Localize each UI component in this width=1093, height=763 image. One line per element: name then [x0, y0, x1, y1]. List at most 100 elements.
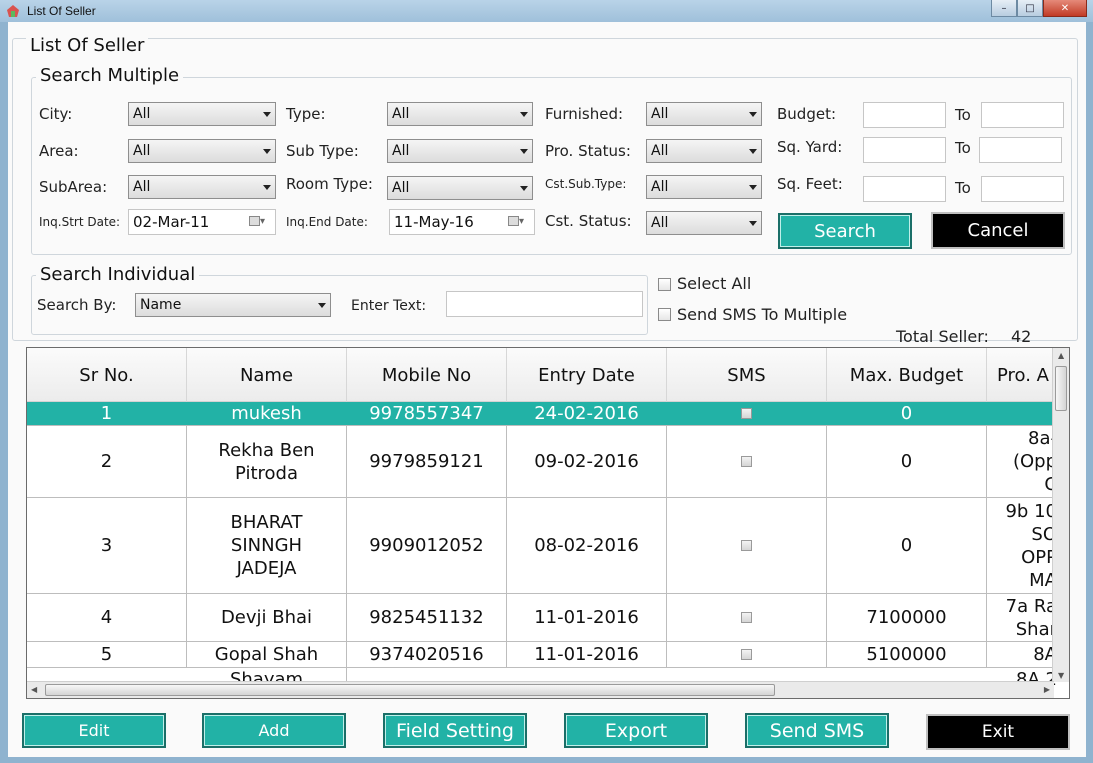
table-row[interactable]: 2 Rekha Ben Pitroda 9979859121 09-02-201… — [27, 426, 1057, 498]
enter-text-field[interactable] — [446, 291, 643, 317]
pro-status-label: Pro. Status: — [545, 142, 631, 160]
scroll-right-icon[interactable]: ▶ — [1044, 685, 1050, 694]
seller-grid[interactable]: Sr No. Name Mobile No Entry Date SMS Max… — [26, 347, 1070, 699]
cell-sr: 2 — [27, 426, 187, 497]
send-sms-multiple-checkbox[interactable] — [658, 308, 671, 321]
room-type-select[interactable]: All — [387, 176, 533, 200]
exit-button[interactable]: Exit — [926, 714, 1070, 750]
cell-date: 11-01-2016 — [507, 642, 667, 667]
type-label: Type: — [286, 105, 326, 123]
edit-button[interactable]: Edit — [22, 713, 166, 748]
export-button[interactable]: Export — [564, 713, 708, 748]
cell-sr: 3 — [27, 498, 187, 593]
sms-checkbox[interactable] — [741, 540, 752, 551]
window-frame: List Of Seller – □ ✕ List Of Seller Sear… — [0, 0, 1093, 763]
chevron-down-icon — [263, 149, 271, 154]
sub-type-value: All — [392, 143, 410, 159]
sq-yard-to-label: To — [955, 139, 971, 157]
cell-mobile: 9979859121 — [347, 426, 507, 497]
column-header-entry-date[interactable]: Entry Date — [507, 348, 667, 402]
scroll-down-icon[interactable]: ▼ — [1058, 671, 1064, 680]
column-header-mobile[interactable]: Mobile No — [347, 348, 507, 402]
calendar-icon[interactable]: ▾ — [249, 216, 271, 228]
table-row[interactable]: 4 Devji Bhai 9825451132 11-01-2016 71000… — [27, 594, 1057, 642]
search-by-value: Name — [140, 297, 182, 313]
search-by-select[interactable]: Name — [135, 293, 331, 317]
chevron-down-icon — [263, 112, 271, 117]
grid-header: Sr No. Name Mobile No Entry Date SMS Max… — [27, 348, 1057, 402]
maximize-button[interactable]: □ — [1017, 0, 1043, 17]
column-header-sms[interactable]: SMS — [667, 348, 827, 402]
furnished-value: All — [651, 106, 669, 122]
cst-sub-type-value: All — [651, 179, 669, 195]
field-setting-button[interactable]: Field Setting — [383, 713, 527, 748]
subarea-value: All — [133, 179, 151, 195]
chevron-down-icon — [318, 303, 326, 308]
select-all-checkbox[interactable] — [658, 278, 671, 291]
cell-date: 11-01-2016 — [507, 594, 667, 641]
cst-sub-type-label: Cst.Sub.Type: — [545, 177, 627, 191]
cell-name: BHARAT SINNGH JADEJA — [187, 498, 347, 593]
vertical-scroll-thumb[interactable] — [1055, 366, 1067, 411]
cell-mobile: 9978557347 — [347, 402, 507, 425]
horizontal-scroll-thumb[interactable] — [45, 684, 775, 696]
budget-to-label: To — [955, 106, 971, 124]
cell-pro-address: 8a- (Opp C — [1012, 428, 1057, 495]
cst-sub-type-select[interactable]: All — [646, 175, 762, 199]
sq-yard-to-field[interactable] — [979, 137, 1062, 163]
sq-feet-to-field[interactable] — [981, 176, 1064, 202]
cst-status-select[interactable]: All — [646, 211, 762, 235]
chevron-down-icon — [749, 149, 757, 154]
column-header-name[interactable]: Name — [187, 348, 347, 402]
scroll-up-icon[interactable]: ▲ — [1058, 351, 1064, 360]
cell-mobile: 9825451132 — [347, 594, 507, 641]
cell-pro-address: 9b 10 SO OPP MA — [1005, 500, 1057, 591]
sq-yard-from-field[interactable] — [863, 137, 946, 163]
sms-checkbox[interactable] — [741, 408, 752, 419]
search-button[interactable]: Search — [778, 213, 912, 249]
send-sms-button[interactable]: Send SMS — [745, 713, 889, 748]
cell-date: 24-02-2016 — [507, 402, 667, 425]
budget-from-field[interactable] — [863, 102, 946, 128]
cell-pro-address: 7a Ra Shar — [1005, 595, 1057, 640]
cancel-button[interactable]: Cancel — [931, 212, 1065, 249]
vertical-scrollbar[interactable]: ▲ ▼ — [1052, 348, 1069, 682]
close-button[interactable]: ✕ — [1043, 0, 1087, 17]
type-select[interactable]: All — [387, 102, 533, 126]
scroll-left-icon[interactable]: ◀ — [31, 685, 37, 694]
city-label: City: — [39, 105, 73, 123]
budget-to-field[interactable] — [981, 102, 1064, 128]
table-row[interactable]: 3 BHARAT SINNGH JADEJA 9909012052 08-02-… — [27, 498, 1057, 594]
cell-date: 08-02-2016 — [507, 498, 667, 593]
column-header-max-budget[interactable]: Max. Budget — [827, 348, 987, 402]
type-value: All — [392, 106, 410, 122]
cell-pro-address: 8A — [1033, 644, 1057, 665]
inq-end-date-picker[interactable]: 11-May-16 ▾ — [389, 209, 535, 235]
add-button[interactable]: Add — [202, 713, 346, 748]
column-header-sr-no[interactable]: Sr No. — [27, 348, 187, 402]
sms-checkbox[interactable] — [741, 649, 752, 660]
chevron-down-icon — [749, 185, 757, 190]
cell-name: Rekha Ben Pitroda — [187, 426, 347, 497]
search-by-label: Search By: — [37, 296, 117, 314]
calendar-icon[interactable]: ▾ — [508, 216, 530, 228]
sub-type-select[interactable]: All — [387, 139, 533, 163]
table-row[interactable]: 5 Gopal Shah 9374020516 11-01-2016 51000… — [27, 642, 1057, 668]
inq-start-date-picker[interactable]: 02-Mar-11 ▾ — [128, 209, 276, 235]
area-select[interactable]: All — [128, 139, 276, 163]
room-type-label: Room Type: — [286, 175, 373, 193]
cst-status-value: All — [651, 215, 669, 231]
minimize-button[interactable]: – — [991, 0, 1017, 17]
horizontal-scrollbar[interactable]: ◀ ▶ — [27, 681, 1054, 698]
furnished-select[interactable]: All — [646, 102, 762, 126]
column-header-pro-address[interactable]: Pro. A — [987, 348, 1057, 402]
table-row[interactable]: 1 mukesh 9978557347 24-02-2016 0 — [27, 402, 1057, 426]
subarea-select[interactable]: All — [128, 175, 276, 199]
sms-checkbox[interactable] — [741, 456, 752, 467]
sq-feet-from-field[interactable] — [863, 176, 946, 202]
inq-start-date-value: 02-Mar-11 — [133, 213, 210, 231]
sms-checkbox[interactable] — [741, 612, 752, 623]
pro-status-select[interactable]: All — [646, 139, 762, 163]
sq-feet-to-label: To — [955, 179, 971, 197]
city-select[interactable]: All — [128, 102, 276, 126]
